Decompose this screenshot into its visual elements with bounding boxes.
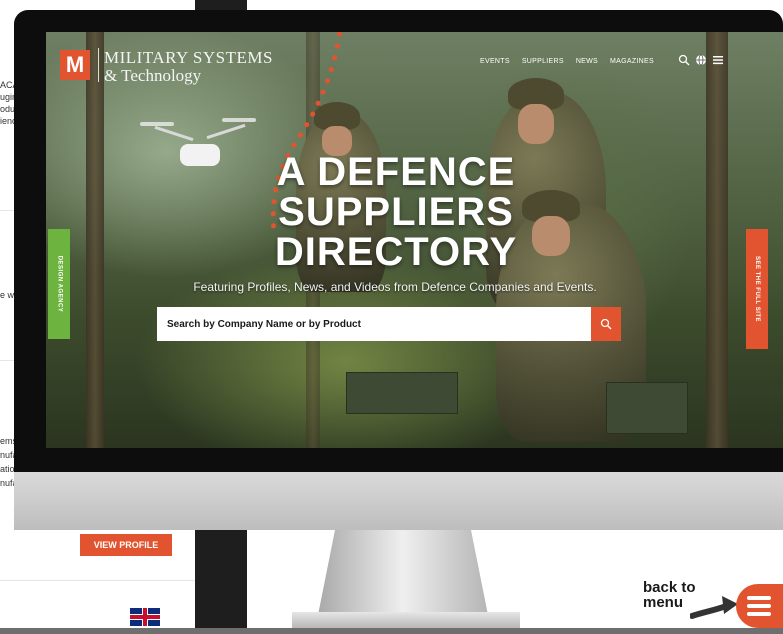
nav-item-news[interactable]: NEWS <box>576 58 598 65</box>
monitor-stand-base <box>292 612 520 628</box>
nav-icon-group <box>678 54 724 66</box>
back-to-menu-line: back to <box>643 579 696 596</box>
monitor-screen: M MILITARY SYSTEMS & Technology EVENTS S… <box>46 32 783 448</box>
bg-text-line: atio <box>0 464 15 474</box>
back-to-menu-label[interactable]: back to menu <box>643 580 696 610</box>
uk-flag-icon[interactable] <box>130 608 160 626</box>
bottom-edge <box>0 628 783 634</box>
nav-item-suppliers[interactable]: SUPPLIERS <box>522 58 564 65</box>
site-logo-title[interactable]: MILITARY SYSTEMS <box>104 48 273 68</box>
hero-subtitle: Featuring Profiles, News, and Videos fro… <box>193 280 597 294</box>
search-input[interactable] <box>157 307 594 341</box>
hamburger-icon-bar <box>747 612 771 616</box>
design-agency-tab-label: DESIGN AGENCY <box>56 255 62 313</box>
monitor-stand-neck <box>318 530 488 615</box>
menu-button[interactable] <box>736 584 783 628</box>
globe-icon[interactable] <box>695 54 707 66</box>
nav-item-magazines[interactable]: MAGAZINES <box>610 58 654 65</box>
view-profile-button[interactable]: VIEW PROFILE <box>80 534 172 556</box>
site-logo-icon[interactable]: M <box>60 50 90 80</box>
hamburger-icon-bar <box>747 596 771 600</box>
monitor-chin <box>14 472 783 530</box>
hero-title-line: A DEFENCE <box>276 150 516 194</box>
back-to-menu-line: menu <box>643 594 684 611</box>
hero-title-line: DIRECTORY <box>274 230 518 274</box>
design-agency-tab[interactable]: DESIGN AGENCY <box>48 229 70 339</box>
hero-title-line: SUPPLIERS <box>278 190 514 234</box>
arrow-icon <box>690 596 738 619</box>
full-site-tab-label: SEE THE FULL SITE <box>754 255 760 323</box>
search-bar <box>157 307 621 341</box>
hero-title: A DEFENCE SUPPLIERS DIRECTORY <box>246 152 546 272</box>
logo-divider <box>98 48 99 82</box>
hamburger-icon[interactable] <box>712 54 724 66</box>
site-nav: EVENTS SUPPLIERS NEWS MAGAZINES <box>480 58 654 65</box>
site-logo-subtitle[interactable]: & Technology <box>104 66 201 86</box>
search-icon <box>600 318 612 330</box>
search-button[interactable] <box>591 307 621 341</box>
nav-item-events[interactable]: EVENTS <box>480 58 510 65</box>
hamburger-icon-bar <box>747 604 771 608</box>
full-site-tab[interactable]: SEE THE FULL SITE <box>746 229 768 349</box>
search-icon[interactable] <box>678 54 690 66</box>
